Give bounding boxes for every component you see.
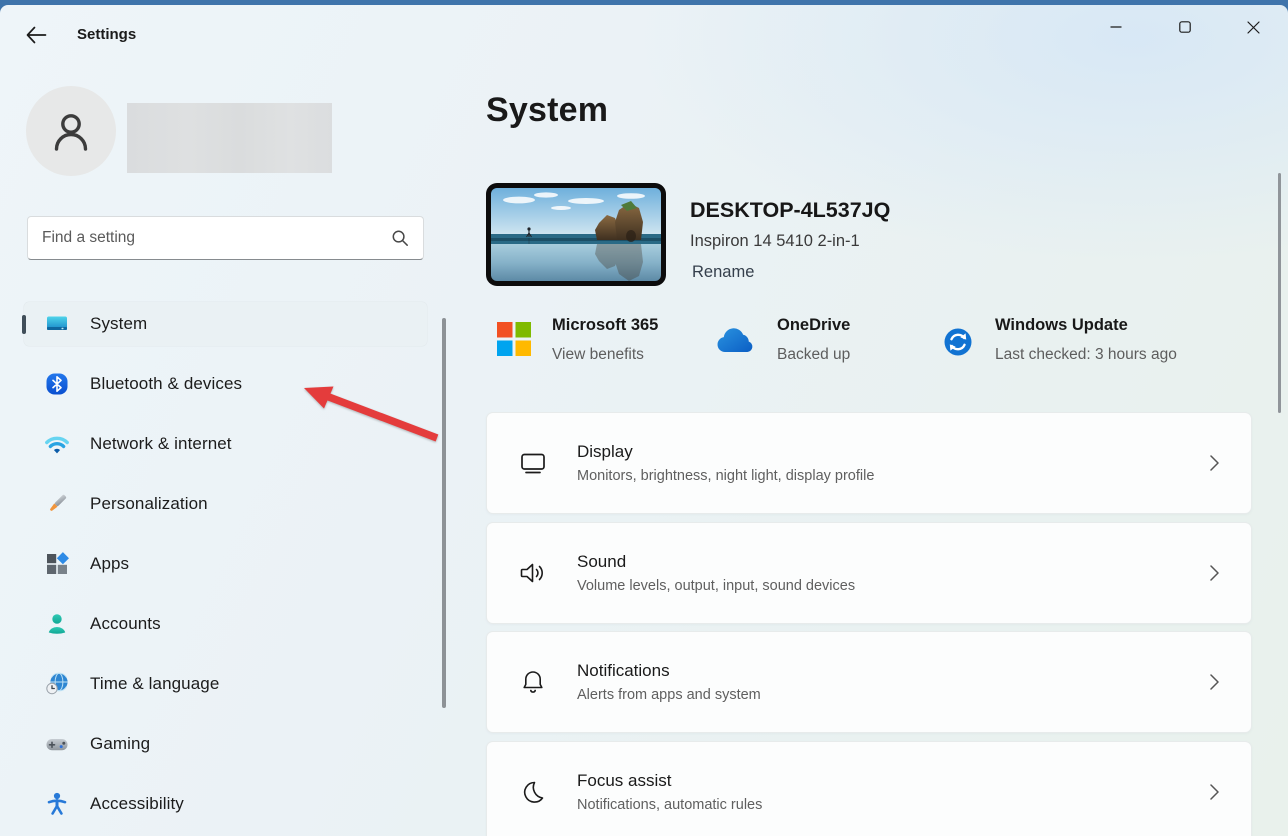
sidebar-item-label: Bluetooth & devices xyxy=(90,374,242,394)
chevron-right-icon xyxy=(1210,565,1219,581)
sidebar-item-label: Accounts xyxy=(90,614,161,634)
wifi-icon xyxy=(44,431,70,457)
titlebar: Settings xyxy=(0,5,1288,53)
paintbrush-icon xyxy=(44,491,70,517)
card-focus-assist[interactable]: Focus assist Notifications, automatic ru… xyxy=(486,741,1252,836)
main-scrollbar[interactable] xyxy=(1278,173,1282,413)
chevron-right-icon xyxy=(1210,455,1219,471)
sidebar-item-apps[interactable]: Apps xyxy=(24,542,427,586)
sidebar-item-label: Time & language xyxy=(90,674,219,694)
window-controls xyxy=(1081,5,1288,53)
back-button[interactable] xyxy=(18,17,54,53)
chevron-right-icon xyxy=(1210,674,1219,690)
card-subtitle: Volume levels, output, input, sound devi… xyxy=(577,578,855,594)
card-subtitle: Alerts from apps and system xyxy=(577,687,761,703)
sidebar-item-time-language[interactable]: Time & language xyxy=(24,662,427,706)
chevron-right-icon xyxy=(1210,784,1219,800)
person-icon xyxy=(48,108,94,154)
sidebar-item-gaming[interactable]: Gaming xyxy=(24,722,427,766)
sidebar-item-accessibility[interactable]: Accessibility xyxy=(24,782,427,826)
user-avatar[interactable] xyxy=(26,86,116,176)
rename-button[interactable]: Rename xyxy=(692,263,754,282)
quick-info-title[interactable]: OneDrive xyxy=(777,316,850,335)
sidebar-scrollbar[interactable] xyxy=(442,318,446,708)
card-display[interactable]: Display Monitors, brightness, night ligh… xyxy=(486,412,1252,514)
accessibility-person-icon xyxy=(44,791,70,817)
sidebar-item-label: Accessibility xyxy=(90,794,184,814)
device-model: Inspiron 14 5410 2-in-1 xyxy=(690,232,860,251)
card-title: Focus assist xyxy=(577,771,762,791)
card-notifications[interactable]: Notifications Alerts from apps and syste… xyxy=(486,631,1252,733)
onedrive-icon xyxy=(712,327,757,355)
sidebar: System Bluetooth & devices xyxy=(0,53,450,836)
selected-indicator-pill xyxy=(22,315,26,334)
window-title: Settings xyxy=(77,26,136,43)
sidebar-item-network-internet[interactable]: Network & internet xyxy=(24,422,427,466)
time-language-icon xyxy=(44,671,70,697)
maximize-icon xyxy=(1179,21,1191,33)
close-button[interactable] xyxy=(1219,5,1288,49)
bluetooth-icon xyxy=(44,371,70,397)
search-box[interactable] xyxy=(27,216,424,260)
device-preview-image xyxy=(486,183,666,286)
microsoft-365-icon xyxy=(497,322,531,356)
card-title: Display xyxy=(577,442,874,462)
sidebar-item-system[interactable]: System xyxy=(24,302,427,346)
notifications-bell-icon xyxy=(517,666,549,698)
system-icon xyxy=(44,311,70,337)
username-placeholder xyxy=(127,103,332,173)
settings-window: Settings xyxy=(0,5,1288,836)
quick-info-subtitle[interactable]: Last checked: 3 hours ago xyxy=(995,346,1177,364)
windows-update-icon xyxy=(941,325,975,359)
maximize-button[interactable] xyxy=(1150,5,1219,49)
quick-info-title[interactable]: Windows Update xyxy=(995,316,1128,335)
device-name: DESKTOP-4L537JQ xyxy=(690,198,890,223)
card-subtitle: Notifications, automatic rules xyxy=(577,797,762,813)
sidebar-item-personalization[interactable]: Personalization xyxy=(24,482,427,526)
card-subtitle: Monitors, brightness, night light, displ… xyxy=(577,468,874,484)
card-title: Sound xyxy=(577,552,855,572)
sound-icon xyxy=(517,557,549,589)
sidebar-item-label: Personalization xyxy=(90,494,208,514)
search-input[interactable] xyxy=(28,229,391,247)
quick-info-subtitle[interactable]: Backed up xyxy=(777,346,850,364)
main-content: System xyxy=(450,53,1288,836)
sidebar-item-label: Gaming xyxy=(90,734,150,754)
sidebar-item-label: Network & internet xyxy=(90,434,232,454)
minimize-icon xyxy=(1110,21,1122,33)
card-sound[interactable]: Sound Volume levels, output, input, soun… xyxy=(486,522,1252,624)
sidebar-item-bluetooth-devices[interactable]: Bluetooth & devices xyxy=(24,362,427,406)
search-icon[interactable] xyxy=(391,229,409,247)
sidebar-item-label: Apps xyxy=(90,554,129,574)
display-icon xyxy=(517,447,549,479)
apps-icon xyxy=(44,551,70,577)
quick-info-subtitle[interactable]: View benefits xyxy=(552,346,644,364)
quick-info-title[interactable]: Microsoft 365 xyxy=(552,316,658,335)
minimize-button[interactable] xyxy=(1081,5,1150,49)
account-person-icon xyxy=(44,611,70,637)
close-icon xyxy=(1247,21,1260,34)
focus-assist-moon-icon xyxy=(517,776,549,808)
back-arrow-icon xyxy=(25,25,47,45)
card-title: Notifications xyxy=(577,661,761,681)
gamepad-icon xyxy=(44,731,70,757)
sidebar-item-label: System xyxy=(90,314,147,334)
sidebar-item-accounts[interactable]: Accounts xyxy=(24,602,427,646)
page-title: System xyxy=(486,91,608,130)
